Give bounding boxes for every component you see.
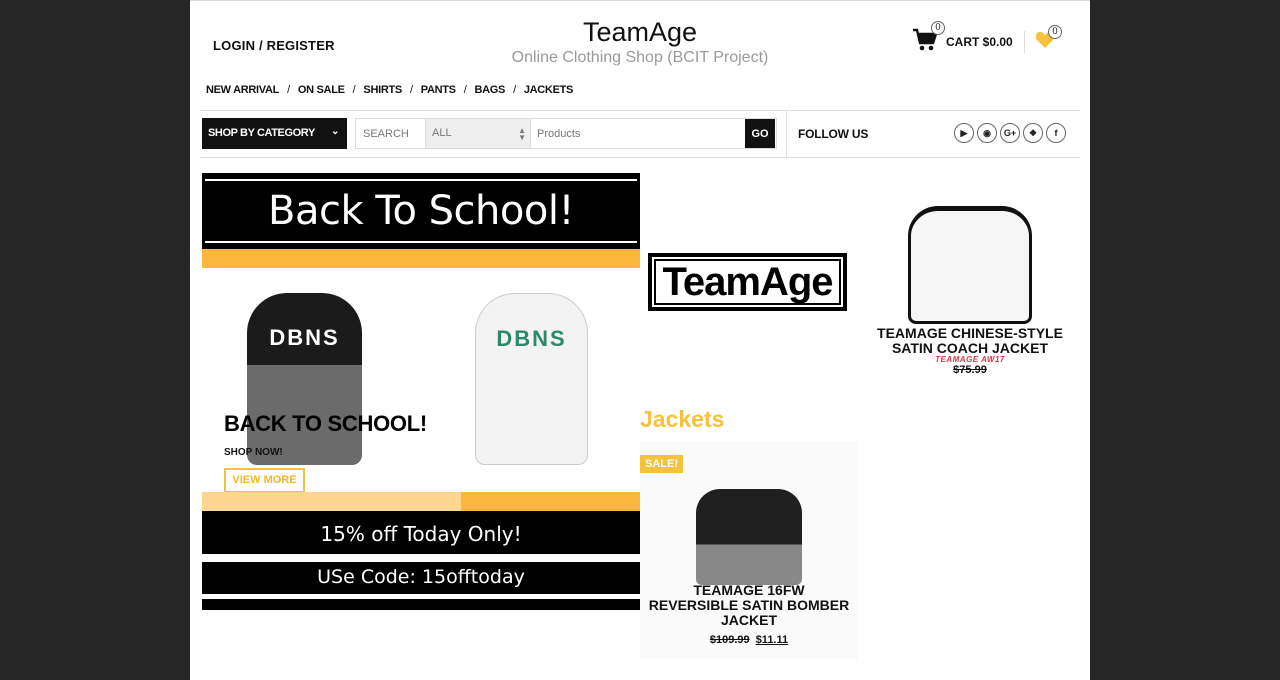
nav-separator: / [409, 84, 413, 96]
youtube-icon[interactable]: ▶ [954, 123, 974, 143]
google-plus-icon[interactable]: G+ [1000, 123, 1020, 143]
bag-print-text: DBNS [269, 325, 340, 350]
wishlist-count-badge: 0 [1048, 25, 1062, 39]
search-label: SEARCH [356, 119, 426, 148]
product-name-line: TEAMAGE CHINESE-STYLE [877, 325, 1063, 341]
login-register-link[interactable]: LOGIN / REGISTER [213, 38, 335, 53]
shop-by-category-dropdown[interactable]: SHOP BY CATEGORY ⌄ [202, 118, 347, 149]
shop-by-category-label: SHOP BY CATEGORY [208, 127, 315, 139]
nav-item-on-sale[interactable]: ON SALE [298, 84, 345, 96]
product-name-line: SATIN COACH JACKET [891, 340, 1049, 356]
product-name[interactable]: TEAMAGE CHINESE-STYLE SATIN COACH JACKET [870, 326, 1070, 356]
nav-separator: / [352, 84, 356, 96]
nav-item-bags[interactable]: BAGS [474, 84, 505, 96]
banner-overlay-title: BACK TO SCHOOL! [224, 411, 427, 436]
select-arrows-icon: ▲ ▼ [518, 126, 526, 142]
product-price-value: $75.99 [953, 364, 987, 376]
sale-price: $11.11 [755, 634, 789, 646]
divider [786, 111, 787, 157]
product-name[interactable]: TEAMAGE 16FW REVERSIBLE SATIN BOMBER JAC… [640, 583, 858, 628]
header-divider [1024, 31, 1025, 53]
cart-label: CART $0.00 [946, 35, 1013, 49]
divider [200, 110, 1080, 111]
shop-now-text: SHOP NOW! [224, 447, 283, 458]
site-title[interactable]: TeamAge [490, 17, 790, 48]
accent-band-light [202, 492, 461, 511]
old-price: $109.99 [709, 634, 750, 646]
wishlist-button[interactable]: 0 [1035, 25, 1062, 49]
instagram-icon[interactable]: ◉ [977, 123, 997, 143]
accent-band [202, 249, 640, 268]
facebook-icon[interactable]: f [1046, 123, 1066, 143]
backpack-image-black: DBNS [247, 293, 362, 465]
cart-button[interactable]: 0 CART $0.00 [912, 21, 1013, 52]
product-card-sale[interactable]: SALE! TEAMAGE 16FW REVERSIBLE SATIN BOMB… [640, 441, 858, 659]
search-category-value: ALL [432, 127, 452, 139]
promo-banner[interactable]: Back To School! DBNS DBNS BACK TO SCHOOL… [202, 173, 640, 611]
product-price: $75.99 [870, 364, 1070, 376]
nav-item-jackets[interactable]: JACKETS [524, 84, 574, 96]
nav-item-new-arrival[interactable]: NEW ARRIVAL [206, 84, 279, 96]
promo-text-discount: 15% off Today Only! [202, 511, 640, 557]
product-name-line: JACKET [720, 612, 777, 628]
cart-count-badge: 0 [931, 21, 945, 35]
view-more-button[interactable]: VIEW MORE [224, 468, 305, 493]
search-input[interactable] [531, 119, 745, 148]
site-subtitle: Online Clothing Shop (BCIT Project) [511, 49, 769, 66]
nav-separator: / [513, 84, 516, 96]
product-card-featured[interactable]: TEAMAGE CHINESE-STYLE SATIN COACH JACKET… [870, 206, 1070, 376]
bag-print-text: DBNS [496, 326, 567, 351]
jacket-image-white [908, 206, 1032, 324]
teamage-logo: TeamAge [648, 253, 847, 311]
nav-item-pants[interactable]: PANTS [421, 84, 456, 96]
search-bar: SEARCH ALL ▲▼ GO [355, 118, 777, 149]
backpack-image-white: DBNS [475, 293, 588, 465]
follow-us-label: FOLLOW US [798, 127, 869, 141]
twitter-icon[interactable]: ❖ [1023, 123, 1043, 143]
jacket-image-bomber [696, 489, 802, 585]
search-category-select[interactable]: ALL ▲ ▼ [426, 119, 531, 148]
accent-band [461, 492, 640, 511]
section-title-jackets[interactable]: Jackets [640, 406, 724, 433]
product-price: $109.99 $11.11 [640, 634, 858, 646]
nav-item-shirts[interactable]: SHIRTS [363, 84, 402, 96]
nav-separator: / [463, 84, 467, 96]
chevron-down-icon: ⌄ [331, 126, 339, 137]
page-container: LOGIN / REGISTER TeamAge Online Clothing… [190, 0, 1090, 680]
main-nav: NEW ARRIVAL / ON SALE / SHIRTS / PANTS /… [206, 84, 573, 96]
divider [200, 157, 1080, 158]
cart-icon: 0 [912, 21, 945, 52]
product-name-line: TEAMAGE 16FW [693, 582, 805, 598]
promo-text-code: USe Code: 15offtoday [202, 561, 640, 594]
banner-header: Back To School! [202, 173, 640, 249]
go-button[interactable]: GO [745, 119, 775, 148]
product-subtitle: TEAMAGE AW17 [935, 355, 1005, 364]
nav-separator: / [287, 84, 290, 96]
product-name-line: REVERSIBLE SATIN BOMBER [648, 597, 850, 613]
social-links: ▶ ◉ G+ ❖ f [954, 123, 1066, 143]
promo-bottom-bar [202, 599, 640, 610]
sale-badge: SALE! [640, 455, 683, 473]
brand[interactable]: TeamAge Online Clothing Shop (BCIT Proje… [490, 17, 790, 67]
banner-headline: Back To School! [205, 179, 637, 243]
